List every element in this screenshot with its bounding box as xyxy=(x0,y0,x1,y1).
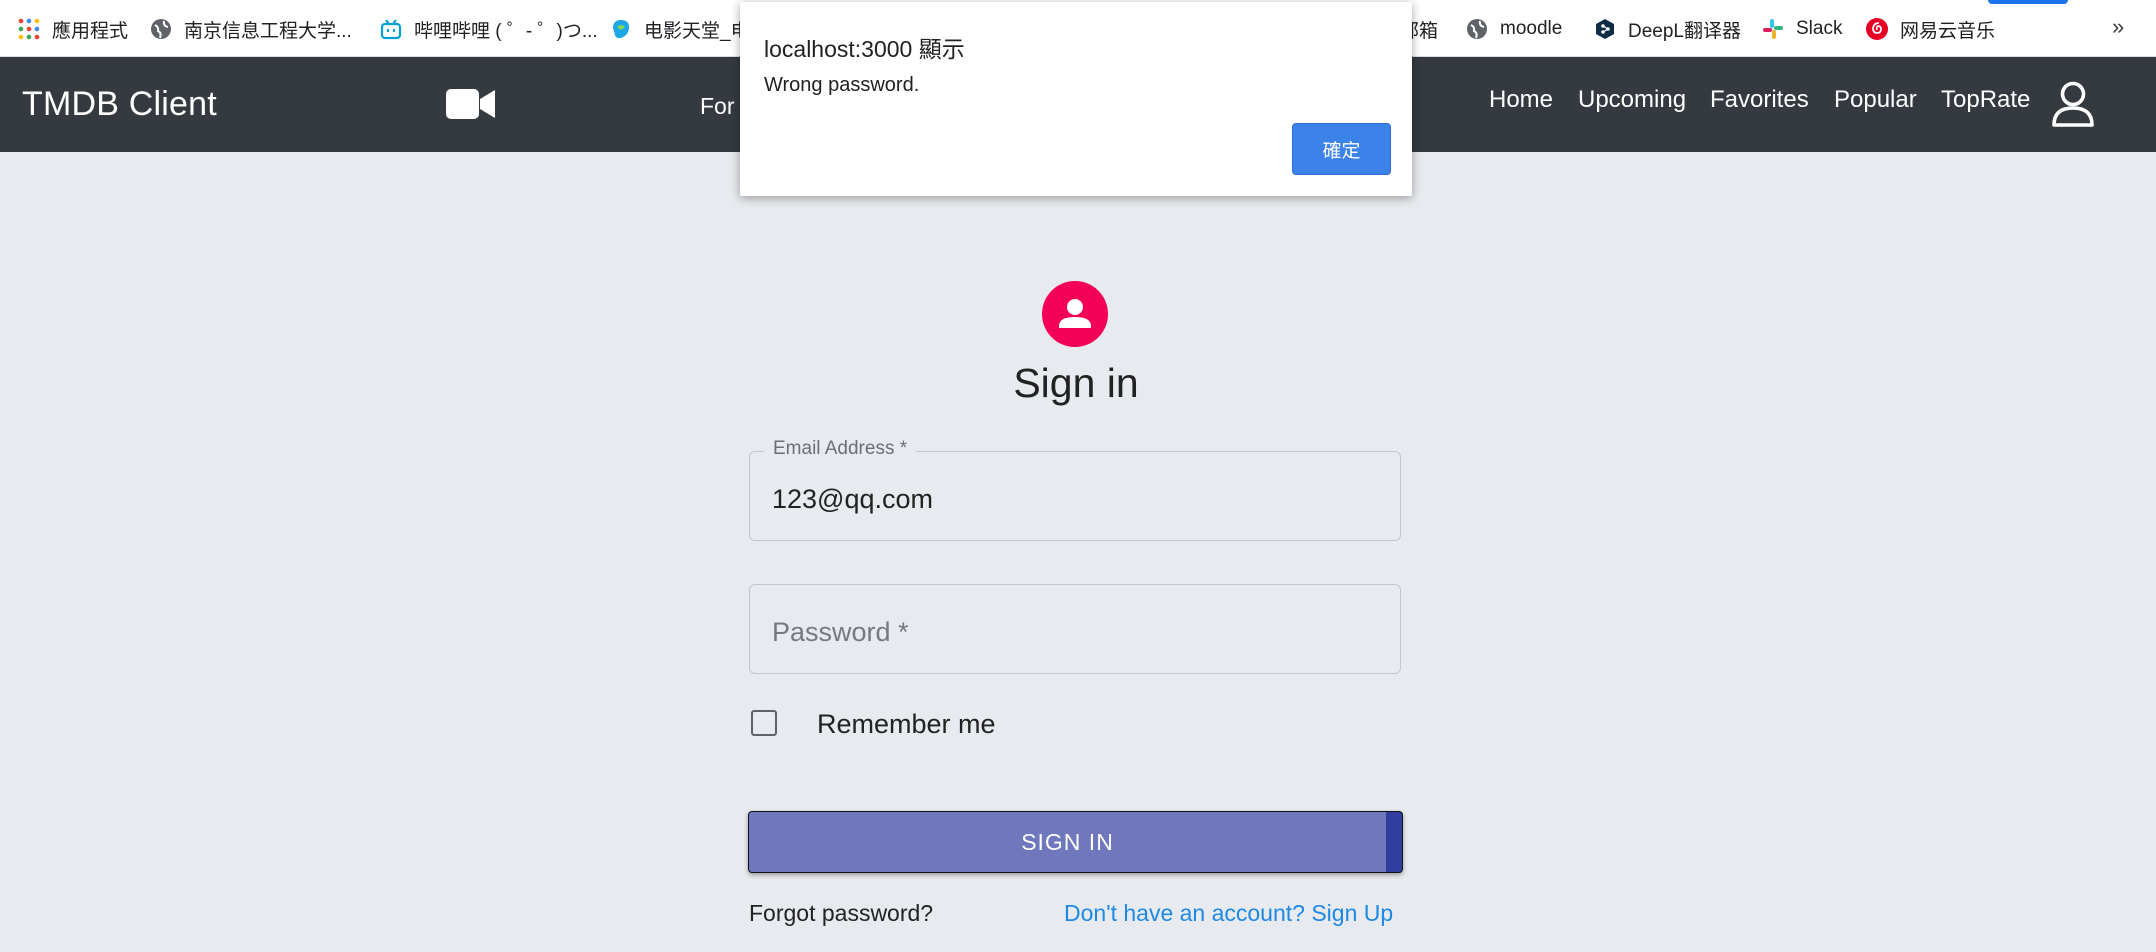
password-placeholder: Password * xyxy=(772,617,909,647)
sign-up-link[interactable]: Don't have an account? Sign Up xyxy=(1064,900,1393,927)
sign-in-label: SIGN IN xyxy=(1021,829,1114,855)
globe-icon xyxy=(1466,18,1488,40)
password-field[interactable]: Password * xyxy=(749,584,1401,674)
forgot-password-link[interactable]: Forgot password? xyxy=(749,900,933,927)
bookmark-label: moodle xyxy=(1500,18,1563,39)
movie-site-icon xyxy=(610,18,632,40)
dialog-ok-button[interactable]: 確定 xyxy=(1292,123,1391,175)
bookmark-bilibili[interactable]: 哔哩哔哩 ( ゜- ゜)つ... xyxy=(380,14,598,44)
bookmark-label: 哔哩哔哩 ( ゜- ゜)つ... xyxy=(414,20,598,42)
appbar-partial-text: For xyxy=(700,93,735,119)
bookmark-deepl[interactable]: DeepL翻译器 xyxy=(1594,14,1741,44)
deepl-icon xyxy=(1594,18,1616,40)
nav-favorites[interactable]: Favorites xyxy=(1710,86,1809,114)
email-field[interactable]: Email Address * 123@qq.com xyxy=(749,438,1401,541)
person-icon xyxy=(1059,299,1091,328)
email-value: 123@qq.com xyxy=(772,484,933,514)
bookmark-apps[interactable]: 應用程式 xyxy=(18,14,128,44)
email-label: Email Address * xyxy=(764,438,917,460)
nav-toprate[interactable]: TopRate xyxy=(1941,86,2030,114)
dialog-message: Wrong password. xyxy=(764,74,920,96)
video-camera-icon xyxy=(446,87,496,126)
slack-icon xyxy=(1762,18,1784,40)
nav-home[interactable]: Home xyxy=(1489,86,1553,114)
user-account-icon[interactable] xyxy=(2052,81,2094,132)
nav-popular[interactable]: Popular xyxy=(1834,86,1917,114)
bookmark-label: 應用程式 xyxy=(52,20,129,42)
alert-dialog: localhost:3000 顯示 Wrong password. 確定 xyxy=(740,2,1412,196)
bookmark-label: 电影天堂_电 xyxy=(644,20,750,42)
app-title: TMDB Client xyxy=(22,85,217,123)
netease-music-icon xyxy=(1866,18,1888,40)
bookmark-nuist[interactable]: 南京信息工程大学... xyxy=(150,14,352,44)
globe-icon xyxy=(150,18,172,40)
lock-avatar xyxy=(1042,281,1108,347)
tab-edge xyxy=(1988,0,2068,4)
sign-in-button[interactable]: SIGN IN xyxy=(748,811,1403,873)
bookmark-label: Slack xyxy=(1796,18,1843,39)
page-title: Sign in xyxy=(1013,360,1139,406)
bookmark-label: 南京信息工程大学... xyxy=(184,20,352,42)
dialog-title: localhost:3000 顯示 xyxy=(764,36,965,62)
remember-me-label[interactable]: Remember me xyxy=(817,709,996,740)
bookmark-netease[interactable]: 网易云音乐 xyxy=(1866,14,1995,44)
bookmark-slack[interactable]: Slack xyxy=(1762,14,1842,44)
bookmark-label: 网易云音乐 xyxy=(1900,20,1996,42)
apps-grid-icon xyxy=(18,18,40,40)
remember-me-checkbox[interactable] xyxy=(751,710,777,736)
bookmark-label: DeepL翻译器 xyxy=(1628,20,1741,42)
bookmark-moodle[interactable]: moodle xyxy=(1466,14,1562,44)
bilibili-icon xyxy=(380,18,402,40)
bookmark-dytt[interactable]: 电影天堂_电 xyxy=(610,14,750,44)
bookmarks-overflow-button[interactable]: » xyxy=(2112,14,2124,40)
nav-upcoming[interactable]: Upcoming xyxy=(1578,86,1686,114)
